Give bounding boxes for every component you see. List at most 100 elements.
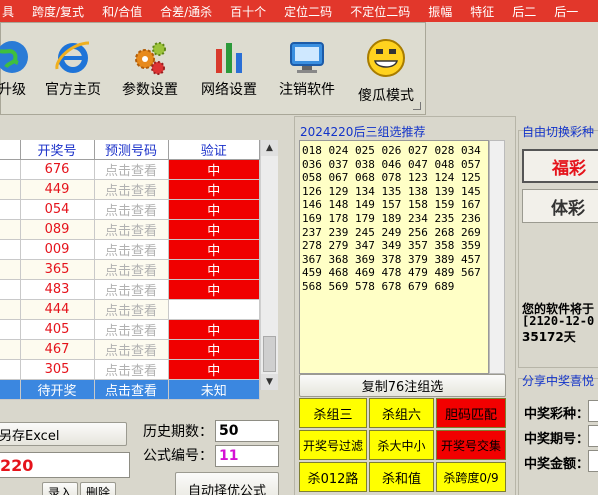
draw-number: 365 bbox=[20, 259, 95, 280]
menu-item-tools[interactable]: 具 bbox=[0, 3, 23, 20]
draw-number: 305 bbox=[20, 359, 95, 380]
draw-filter-button[interactable]: 开奖号过滤 bbox=[299, 430, 367, 460]
menu-item-amplitude[interactable]: 振幅 bbox=[419, 3, 461, 20]
grid-scrollbar[interactable]: ▲ ▼ bbox=[260, 140, 278, 390]
bars-icon bbox=[216, 43, 242, 73]
table-row[interactable]: 305 点击查看中 bbox=[0, 359, 260, 380]
gallbladder-match-button[interactable]: 胆码匹配 bbox=[436, 398, 506, 428]
view-prediction-link[interactable]: 点击查看 bbox=[94, 179, 169, 200]
formula-number-label: 公式编号： bbox=[143, 448, 213, 464]
switch-lottery-title: 自由切换彩种 bbox=[522, 125, 595, 139]
current-period-row[interactable]: 待开奖 点击查看 未知 bbox=[0, 379, 260, 400]
view-prediction-link[interactable]: 点击查看 bbox=[94, 339, 169, 360]
table-row[interactable]: 405 点击查看中 bbox=[0, 319, 260, 340]
menu-item-diff-kill[interactable]: 合差/通杀 bbox=[151, 3, 221, 20]
scroll-down-icon[interactable]: ▼ bbox=[261, 374, 278, 390]
verify-result: 中 bbox=[168, 359, 260, 380]
days-remaining-text: 35172天 bbox=[522, 330, 576, 344]
ticai-button[interactable]: 体彩 bbox=[522, 189, 598, 223]
menu-item-digits[interactable]: 百十个 bbox=[221, 3, 275, 20]
prize-period-input[interactable] bbox=[588, 425, 598, 447]
grid-header-verify[interactable]: 验证 bbox=[168, 140, 260, 160]
view-prediction-link[interactable]: 点击查看 bbox=[94, 199, 169, 220]
verify-result: 中 bbox=[168, 259, 260, 280]
row-head bbox=[0, 199, 21, 220]
row-head bbox=[0, 379, 21, 400]
save-excel-button[interactable]: 另存Excel bbox=[0, 422, 127, 446]
menu-item-span-compound[interactable]: 跨度/复式 bbox=[23, 3, 93, 20]
formula-number-input[interactable]: 11 bbox=[215, 445, 279, 467]
kill-span-button[interactable]: 杀跨度0/9 bbox=[436, 462, 506, 492]
table-row[interactable]: 676 点击查看中 bbox=[0, 159, 260, 180]
draw-intersect-button[interactable]: 开奖号交集 bbox=[436, 430, 506, 460]
scroll-thumb[interactable] bbox=[263, 336, 276, 372]
prize-amount-input[interactable] bbox=[588, 450, 598, 472]
delete-button[interactable]: 删除 bbox=[80, 482, 116, 495]
draw-number: 449 bbox=[20, 179, 95, 200]
fool-mode-button[interactable]: 傻瓜模式 bbox=[353, 33, 419, 111]
toolbar-grip[interactable] bbox=[413, 102, 421, 110]
recommend-scrollbar[interactable] bbox=[489, 140, 505, 374]
kill-group3-button[interactable]: 杀组三 bbox=[299, 398, 367, 428]
view-prediction-link[interactable]: 点击查看 bbox=[94, 299, 169, 320]
smiley-icon bbox=[367, 39, 405, 77]
scroll-up-icon[interactable]: ▲ bbox=[261, 140, 278, 156]
history-periods-label: 历史期数： bbox=[143, 424, 213, 440]
view-prediction-link[interactable]: 点击查看 bbox=[94, 159, 169, 180]
menu-item-sum[interactable]: 和/合值 bbox=[93, 3, 151, 20]
table-row[interactable]: 009 点击查看中 bbox=[0, 239, 260, 260]
kill-012-route-button[interactable]: 杀012路 bbox=[299, 462, 367, 492]
menu-item-position-two[interactable]: 定位二码 bbox=[275, 3, 341, 20]
verify-result: 中 bbox=[168, 339, 260, 360]
row-head bbox=[0, 239, 21, 260]
table-row[interactable]: 483 点击查看中 bbox=[0, 279, 260, 300]
prize-period-label: 中奖期号： bbox=[524, 432, 590, 447]
kill-size-button[interactable]: 杀大中小 bbox=[369, 430, 434, 460]
recommend-title: 2024220后三组选推荐 bbox=[300, 125, 426, 139]
copy-combos-button[interactable]: 复制76注组选 bbox=[299, 374, 506, 397]
auto-select-formula-button[interactable]: 自动择优公式 bbox=[175, 472, 279, 495]
menu-item-nonposition-two[interactable]: 不定位二码 bbox=[341, 3, 419, 20]
param-settings-button[interactable]: 参数设置 bbox=[117, 33, 183, 111]
table-row[interactable]: 089 点击查看中 bbox=[0, 219, 260, 240]
verify-result: 中 bbox=[168, 199, 260, 220]
menu-item-last-two[interactable]: 后二 bbox=[503, 3, 545, 20]
record-button[interactable]: 录入 bbox=[42, 482, 78, 495]
network-settings-label: 网络设置 bbox=[201, 82, 257, 98]
param-settings-label: 参数设置 bbox=[122, 82, 178, 98]
gears-icon bbox=[135, 42, 166, 75]
view-prediction-link[interactable]: 点击查看 bbox=[94, 319, 169, 340]
view-prediction-link[interactable]: 点击查看 bbox=[94, 259, 169, 280]
prize-type-input[interactable] bbox=[588, 400, 598, 422]
view-prediction-link[interactable]: 点击查看 bbox=[94, 219, 169, 240]
history-periods-input[interactable]: 50 bbox=[215, 420, 279, 442]
table-row[interactable]: 449 点击查看中 bbox=[0, 179, 260, 200]
network-settings-button[interactable]: 网络设置 bbox=[196, 33, 262, 111]
kill-sum-button[interactable]: 杀和值 bbox=[369, 462, 434, 492]
menu-item-feature[interactable]: 特征 bbox=[461, 3, 503, 20]
view-prediction-link[interactable]: 点击查看 bbox=[94, 239, 169, 260]
draw-number: 467 bbox=[20, 339, 95, 360]
table-row[interactable]: 467 点击查看中 bbox=[0, 339, 260, 360]
view-prediction-link[interactable]: 点击查看 bbox=[94, 359, 169, 380]
view-prediction-link[interactable]: 点击查看 bbox=[94, 379, 169, 400]
prize-amount-label: 中奖金额： bbox=[524, 457, 590, 472]
kill-group6-button[interactable]: 杀组六 bbox=[369, 398, 434, 428]
draw-number: 483 bbox=[20, 279, 95, 300]
period-input[interactable]: 220 bbox=[0, 452, 130, 478]
logout-software-button[interactable]: 注销软件 bbox=[274, 33, 340, 111]
table-row[interactable]: 054 点击查看中 bbox=[0, 199, 260, 220]
view-prediction-link[interactable]: 点击查看 bbox=[94, 279, 169, 300]
fucai-button[interactable]: 福彩 bbox=[522, 149, 598, 183]
official-homepage-button[interactable]: 官方主页 bbox=[41, 33, 105, 111]
grid-header-predicted[interactable]: 预测号码 bbox=[94, 140, 169, 160]
grid-header-draw-number[interactable]: 开奖号 bbox=[20, 140, 95, 160]
table-row[interactable]: 365 点击查看中 bbox=[0, 259, 260, 280]
verify-result: 中 bbox=[168, 159, 260, 180]
draw-number: 009 bbox=[20, 239, 95, 260]
upgrade-button[interactable]: 升级 bbox=[0, 33, 43, 111]
recommend-numbers-box[interactable]: 018 024 025 026 027 028 034 036 037 038 … bbox=[299, 140, 489, 374]
menu-item-last-one[interactable]: 后一 bbox=[545, 3, 587, 20]
verify-result: 中 bbox=[168, 279, 260, 300]
table-row[interactable]: 444 点击查看 bbox=[0, 299, 260, 320]
